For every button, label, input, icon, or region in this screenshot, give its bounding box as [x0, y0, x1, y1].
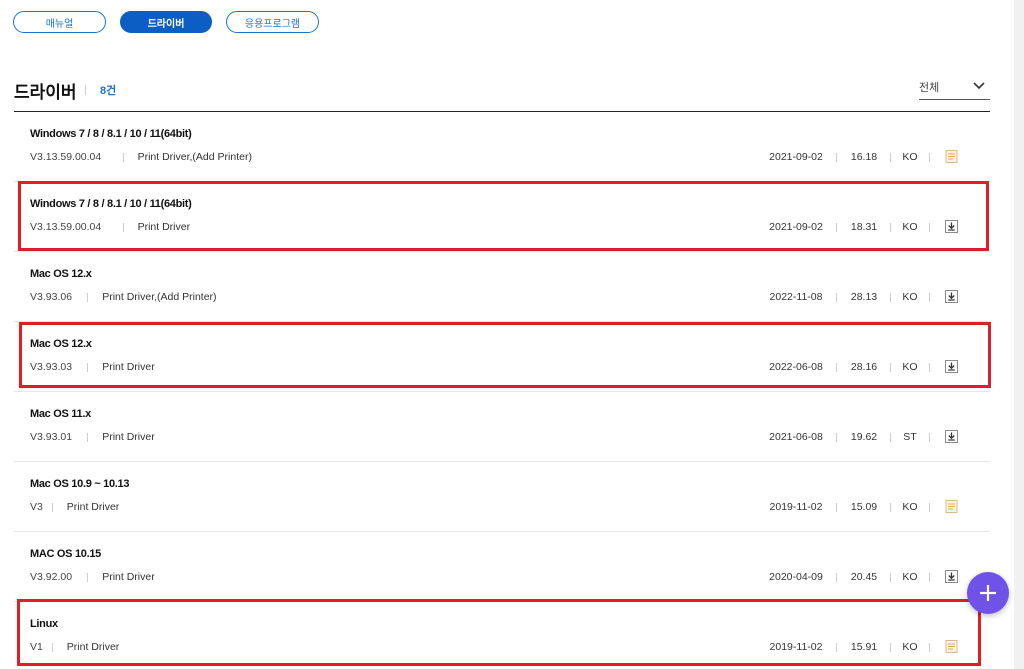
divider [836, 153, 837, 162]
driver-version: V3.93.01 [30, 431, 73, 443]
driver-row: Mac OS 10.9 ~ 10.13 V3 Print Driver 2019-11… [14, 462, 990, 532]
driver-version: V3.13.59.00.04 [30, 151, 102, 163]
divider [87, 573, 89, 582]
divider [890, 503, 891, 512]
tab-application[interactable]: 응용프로그램 [226, 11, 319, 33]
driver-description: Print Driver [66, 501, 120, 513]
divider [122, 153, 124, 162]
os-name: Mac OS 10.9 ~ 10.13 [30, 478, 130, 490]
release-date: 2020-04-09 [769, 571, 823, 583]
chevron-down-icon [973, 82, 985, 90]
divider [890, 433, 891, 442]
tab-manual[interactable]: 매뉴얼 [13, 11, 106, 33]
release-date: 2021-06-08 [769, 431, 823, 443]
driver-description: Print Driver [102, 571, 155, 583]
page-title: 드라이버 [14, 83, 77, 102]
release-date: 2022-11-08 [769, 291, 823, 303]
driver-description: Print Driver,(Add Printer) [102, 291, 217, 303]
filter-label: 전체 [919, 82, 940, 94]
driver-version: V3.92.00 [30, 571, 73, 583]
divider [929, 293, 930, 302]
driver-version: V3.93.06 [30, 291, 73, 303]
os-name: MAC OS 10.15 [30, 548, 101, 560]
file-size: 20.45 [850, 571, 878, 583]
highlight-box [19, 322, 991, 388]
language-code: KO [902, 291, 918, 303]
add-button[interactable] [967, 572, 1009, 614]
divider [890, 153, 891, 162]
driver-description: Print Driver [102, 431, 155, 443]
driver-row: MAC OS 10.15 V3.92.00 Print Driver 2020-04-… [14, 532, 990, 602]
document-icon[interactable] [945, 500, 958, 513]
divider [87, 293, 89, 302]
language-code: KO [902, 151, 918, 163]
divider [929, 433, 930, 442]
driver-header: 드라이버 8건 전체 [14, 76, 990, 112]
driver-row: Windows 7 / 8 / 8.1 / 10 / 11(64bit) V3.1… [14, 112, 990, 182]
file-size: 19.62 [850, 431, 878, 443]
os-name: Mac OS 12.x [30, 268, 92, 280]
driver-version: V3 [30, 501, 43, 513]
plus-icon [980, 585, 996, 601]
result-count: 8건 [100, 85, 117, 97]
divider [890, 573, 891, 582]
language-code: KO [902, 571, 918, 583]
divider [929, 573, 930, 582]
release-date: 2021-09-02 [769, 151, 823, 163]
os-name: Windows 7 / 8 / 8.1 / 10 / 11(64bit) [30, 128, 192, 140]
file-size: 28.13 [850, 291, 878, 303]
release-date: 2019-11-02 [769, 501, 823, 513]
file-size: 15.09 [850, 501, 878, 513]
file-size: 16.18 [850, 151, 878, 163]
driver-row: Mac OS 12.x V3.93.06 Print Driver,(Add Pri… [14, 252, 990, 322]
tab-driver[interactable]: 드라이버 [120, 11, 212, 33]
divider [836, 573, 837, 582]
divider [836, 503, 837, 512]
divider [85, 85, 86, 95]
language-code: ST [903, 431, 917, 443]
divider [890, 293, 891, 302]
download-icon[interactable] [945, 570, 958, 583]
download-icon[interactable] [945, 290, 958, 303]
document-icon[interactable] [945, 150, 958, 163]
filter-dropdown[interactable]: 전체 [919, 76, 990, 100]
divider [51, 503, 53, 512]
driver-description: Print Driver,(Add Printer) [137, 151, 252, 163]
driver-row: Mac OS 11.x V3.93.01 Print Driver 2021-06-0… [14, 392, 990, 462]
os-name: Mac OS 11.x [30, 408, 91, 420]
tab-bar: 매뉴얼 드라이버 응용프로그램 [13, 11, 319, 33]
divider [836, 433, 837, 442]
divider [929, 503, 930, 512]
language-code: KO [902, 501, 918, 513]
download-icon[interactable] [945, 430, 958, 443]
divider [929, 153, 930, 162]
highlight-box [17, 599, 981, 666]
highlight-box [18, 181, 989, 251]
scrollbar[interactable] [1014, 0, 1024, 669]
divider [87, 433, 89, 442]
divider [836, 293, 837, 302]
